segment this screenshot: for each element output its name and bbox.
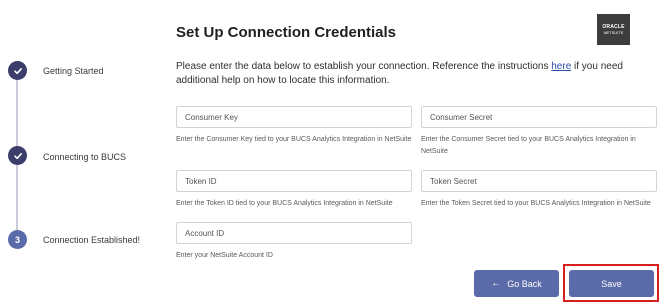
instructions-here-link[interactable]: here <box>551 61 571 72</box>
step-connecting: Connecting to BUCS <box>8 146 126 165</box>
instructions-text-before: Please enter the data below to establish… <box>176 61 552 72</box>
consumer-key-input[interactable] <box>176 106 412 128</box>
account-id-group: Enter your NetSuite Account ID <box>176 222 412 262</box>
save-button[interactable]: Save <box>569 270 654 297</box>
checkmark-icon <box>8 61 27 80</box>
step-getting-started: Getting Started <box>8 61 104 80</box>
consumer-key-group: Enter the Consumer Key tied to your BUCS… <box>176 106 412 146</box>
token-id-input[interactable] <box>176 170 412 192</box>
progress-stepper: Getting Started Connecting to BUCS 3 Con… <box>0 0 165 302</box>
token-secret-group: Enter the Token Secret tied to your BUCS… <box>421 170 657 210</box>
token-secret-input[interactable] <box>421 170 657 192</box>
consumer-key-help: Enter the Consumer Key tied to your BUCS… <box>176 136 412 143</box>
token-secret-help: Enter the Token Secret tied to your BUCS… <box>421 200 651 207</box>
step-number-badge: 3 <box>8 230 27 249</box>
token-id-group: Enter the Token ID tied to your BUCS Ana… <box>176 170 412 210</box>
token-id-help: Enter the Token ID tied to your BUCS Ana… <box>176 200 393 207</box>
consumer-secret-help: Enter the Consumer Secret tied to your B… <box>421 136 636 155</box>
account-id-input[interactable] <box>176 222 412 244</box>
logo-text-netsuite: NETSUITE <box>603 30 624 35</box>
consumer-secret-group: Enter the Consumer Secret tied to your B… <box>421 106 657 158</box>
go-back-label: Go Back <box>507 278 542 289</box>
page-title: Set Up Connection Credentials <box>176 24 397 41</box>
step-label: Connection Established! <box>43 234 141 245</box>
arrow-left-icon: ← <box>491 278 502 289</box>
step-label: Getting Started <box>43 65 104 76</box>
checkmark-icon <box>8 146 27 165</box>
account-id-help: Enter your NetSuite Account ID <box>176 252 273 259</box>
instructions-text: Please enter the data below to establish… <box>176 60 661 88</box>
step-label: Connecting to BUCS <box>43 151 127 162</box>
stepper-connector <box>16 79 18 146</box>
oracle-netsuite-logo: ORACLE NETSUITE <box>597 14 630 45</box>
stepper-connector <box>16 164 18 230</box>
consumer-secret-input[interactable] <box>421 106 657 128</box>
step-connection-established: 3 Connection Established! <box>8 230 140 249</box>
go-back-button[interactable]: ← Go Back <box>474 270 559 297</box>
